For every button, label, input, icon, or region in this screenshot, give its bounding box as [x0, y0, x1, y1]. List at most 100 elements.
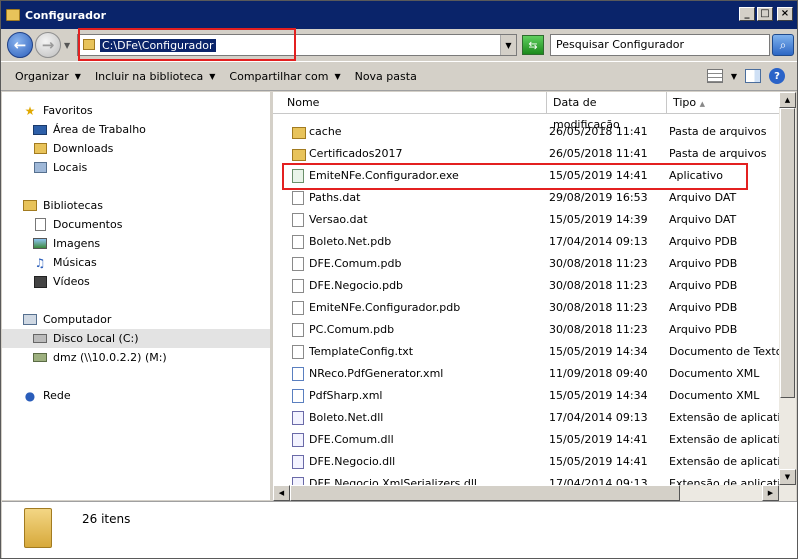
file-row[interactable]: DFE.Negocio.pdb 30/08/2018 11:23 Arquivo P… [273, 275, 779, 297]
column-header-modified[interactable]: Data de modificação [547, 92, 667, 131]
share-with-button[interactable]: Compartilhar com ▼ [229, 70, 340, 83]
nav-local-disk[interactable]: Disco Local (C:) [2, 329, 270, 348]
search-icon[interactable]: ⌕ [772, 34, 794, 56]
nav-network-drive[interactable]: dmz (\\10.0.2.2) (M:) [2, 348, 270, 367]
file-row[interactable]: DFE.Negocio.dll 15/05/2019 14:41 Extensão … [273, 451, 779, 473]
scroll-down-button[interactable]: ▼ [779, 469, 796, 485]
file-date: 30/08/2018 11:23 [549, 257, 648, 270]
file-row[interactable]: DFE.Comum.dll 15/05/2019 14:41 Extensão de… [273, 429, 779, 451]
recent-pages-dropdown[interactable]: ▼ [64, 41, 70, 50]
horizontal-scrollbar[interactable]: ◀ ▶ [273, 485, 796, 501]
vertical-scrollbar[interactable]: ▲ ▼ [779, 92, 796, 485]
places-icon [32, 161, 48, 175]
file-type: Arquivo DAT [669, 213, 737, 226]
nav-videos[interactable]: Vídeos [2, 272, 270, 291]
file-row[interactable]: Boleto.Net.pdb 17/04/2014 09:13 Arquivo PD… [273, 231, 779, 253]
file-date: 15/05/2019 14:41 [549, 455, 648, 468]
organize-label: Organizar [15, 69, 69, 83]
maximize-button[interactable]: □ [757, 7, 773, 21]
nav-favorites[interactable]: ★ Favoritos [2, 101, 270, 120]
nav-places[interactable]: Locais [2, 158, 270, 177]
minimize-button[interactable]: _ [739, 7, 755, 21]
nav-desktop[interactable]: Área de Trabalho [2, 120, 270, 139]
back-button[interactable]: ← [7, 32, 33, 58]
address-dropdown[interactable]: ▼ [500, 35, 516, 55]
videos-icon [32, 275, 48, 289]
close-button[interactable]: × [777, 7, 793, 21]
chevron-down-icon: ▼ [209, 71, 216, 81]
search-input[interactable]: Pesquisar Configurador [550, 34, 770, 56]
refresh-button[interactable]: ⇆ [522, 35, 544, 55]
file-type: Pasta de arquivos [669, 147, 767, 160]
file-type: Extensão de aplicativo [669, 455, 779, 468]
file-date: 17/04/2014 09:13 [549, 411, 648, 424]
desktop-icon [32, 123, 48, 137]
help-icon[interactable]: ? [769, 68, 785, 84]
dll-file-icon [292, 411, 304, 425]
nav-libraries[interactable]: Bibliotecas [2, 196, 270, 215]
dll-file-icon [292, 477, 304, 485]
column-header-type[interactable]: Tipo ▲ [667, 92, 779, 114]
file-list: Nome Data de modificação Tipo ▲ cache 26/… [273, 92, 779, 485]
preview-pane-icon[interactable] [745, 69, 761, 83]
nav-computer[interactable]: Computador [2, 310, 270, 329]
share-with-label: Compartilhar com [229, 69, 329, 83]
file-row[interactable]: PdfSharp.xml 15/05/2019 14:34 Documento XM… [273, 385, 779, 407]
column-header-type-label: Tipo [673, 96, 697, 109]
nav-music[interactable]: ♫ Músicas [2, 253, 270, 272]
network-drive-icon [32, 351, 48, 365]
nav-network[interactable]: ● Rede [2, 386, 270, 405]
view-options-icon[interactable] [706, 69, 723, 83]
sort-ascending-icon: ▲ [699, 100, 706, 108]
file-row[interactable]: TemplateConfig.txt 15/05/2019 14:34 Docume… [273, 341, 779, 363]
file-row[interactable]: Boleto.Net.dll 17/04/2014 09:13 Extensão d… [273, 407, 779, 429]
scroll-left-button[interactable]: ◀ [273, 485, 290, 501]
nav-images[interactable]: Imagens [2, 234, 270, 253]
file-name: Paths.dat [309, 191, 361, 204]
new-folder-button[interactable]: Nova pasta [355, 70, 417, 83]
vertical-scroll-thumb[interactable] [780, 108, 795, 398]
column-header-name[interactable]: Nome [281, 92, 547, 114]
file-row[interactable]: DFE.Comum.pdb 30/08/2018 11:23 Arquivo PDB [273, 253, 779, 275]
include-library-button[interactable]: Incluir na biblioteca ▼ [95, 70, 215, 83]
file-row[interactable]: Certificados2017 26/05/2018 11:41 Pasta de… [273, 143, 779, 165]
hard-drive-icon [32, 332, 48, 346]
organize-button[interactable]: Organizar ▼ [15, 70, 81, 83]
file-row[interactable]: EmiteNFe.Configurador.pdb 30/08/2018 11:2… [273, 297, 779, 319]
nav-videos-label: Vídeos [53, 275, 90, 288]
nav-documents[interactable]: Documentos [2, 215, 270, 234]
file-type: Arquivo PDB [669, 279, 738, 292]
file-row[interactable]: Versao.dat 15/05/2019 14:39 Arquivo DAT [273, 209, 779, 231]
file-name: Boleto.Net.pdb [309, 235, 392, 248]
nav-favorites-label: Favoritos [43, 104, 93, 117]
file-row[interactable]: PC.Comum.pdb 30/08/2018 11:23 Arquivo PDB [273, 319, 779, 341]
forward-button[interactable]: → [35, 32, 61, 58]
file-name: Boleto.Net.dll [309, 411, 384, 424]
file-type: Arquivo PDB [669, 235, 738, 248]
file-type: Documento de Texto [669, 345, 779, 358]
file-type: Arquivo PDB [669, 323, 738, 336]
file-row[interactable]: DFE.Negocio.XmlSerializers.dll 17/04/2014… [273, 473, 779, 485]
highlight-box-exe [282, 163, 748, 190]
folder-large-icon [24, 508, 52, 548]
nav-network-label: Rede [43, 389, 71, 402]
file-row[interactable]: NReco.PdfGenerator.xml 11/09/2018 09:40 Do… [273, 363, 779, 385]
file-type: Extensão de aplicativo [669, 477, 779, 485]
file-row[interactable]: Paths.dat 29/08/2019 16:53 Arquivo DAT [273, 187, 779, 209]
computer-icon [22, 313, 38, 327]
file-date: 30/08/2018 11:23 [549, 323, 648, 336]
file-row[interactable]: cache 26/05/2018 11:41 Pasta de arquivos [273, 121, 779, 143]
xml-file-icon [292, 389, 304, 403]
file-name: DFE.Comum.pdb [309, 257, 402, 270]
view-dropdown-icon[interactable]: ▼ [731, 72, 737, 81]
file-name: cache [309, 125, 342, 138]
scroll-up-button[interactable]: ▲ [779, 92, 796, 108]
title-bar[interactable]: Configurador _ □ × [1, 1, 797, 29]
libraries-icon [22, 199, 38, 213]
file-date: 15/05/2019 14:34 [549, 345, 648, 358]
nav-downloads[interactable]: Downloads [2, 139, 270, 158]
horizontal-scroll-thumb[interactable] [290, 485, 680, 501]
scroll-right-button[interactable]: ▶ [762, 485, 779, 501]
nav-network-drive-label: dmz (\\10.0.2.2) (M:) [53, 351, 167, 364]
xml-file-icon [292, 367, 304, 381]
